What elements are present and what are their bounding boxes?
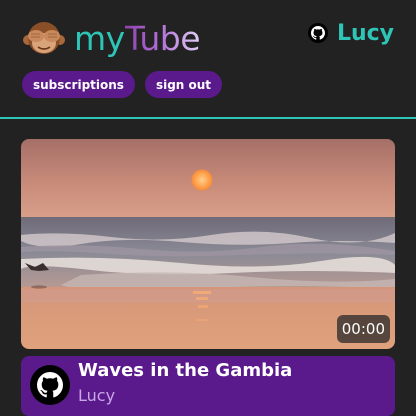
logo-text: my Tube [74, 18, 201, 58]
header: my Tube Lucy subscriptions sign out [0, 0, 416, 118]
user-name: Lucy [336, 20, 394, 46]
github-icon [307, 23, 328, 43]
video-thumbnail[interactable]: 00:00 [21, 139, 395, 349]
logo[interactable]: my Tube [22, 16, 201, 60]
user-menu[interactable]: Lucy [307, 18, 394, 48]
see-no-evil-monkey-icon [22, 16, 66, 60]
header-divider [0, 117, 416, 119]
video-title[interactable]: Waves in the Gambia [78, 360, 292, 381]
logo-text-my: my [74, 18, 125, 58]
logo-text-tube: Tube [124, 18, 201, 58]
video-duration: 00:00 [336, 315, 390, 343]
nav: subscriptions sign out [22, 71, 223, 98]
video-author[interactable]: Lucy [78, 386, 115, 405]
github-icon [30, 365, 70, 405]
video-info-card[interactable]: Waves in the Gambia Lucy [21, 356, 395, 416]
subscriptions-button[interactable]: subscriptions [22, 71, 135, 98]
sign-out-button[interactable]: sign out [144, 71, 223, 98]
